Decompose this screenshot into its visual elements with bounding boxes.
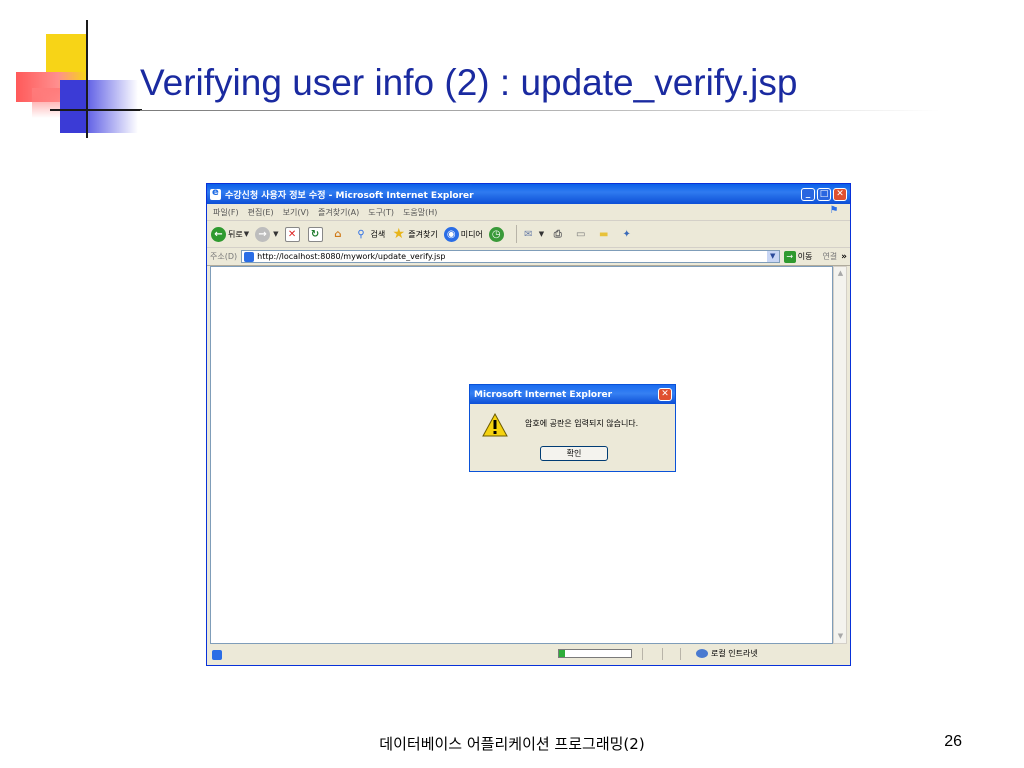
- menu-file[interactable]: 파일(F): [213, 207, 239, 218]
- print-icon: ⎙: [553, 228, 562, 240]
- vertical-scrollbar[interactable]: ▲ ▼: [833, 266, 847, 644]
- favorites-label: 즐겨찾기: [408, 229, 438, 239]
- ie-window: 수강신청 사용자 정보 수정 - Microsoft Internet Expl…: [206, 183, 851, 666]
- dialog-title: Microsoft Internet Explorer: [474, 389, 613, 400]
- go-button[interactable]: → 이동: [783, 250, 813, 263]
- refresh-button[interactable]: ↻: [307, 226, 325, 242]
- dialog-titlebar[interactable]: Microsoft Internet Explorer ✕: [470, 385, 675, 404]
- chevron-down-icon: ▼: [243, 230, 250, 238]
- menubar: 파일(F) 편집(E) 보기(V) 즐겨찾기(A) 도구(T) 도움말(H) ⚑: [207, 204, 850, 221]
- decor-horizontal-line: [50, 109, 142, 111]
- messenger-button[interactable]: ✦: [619, 227, 636, 242]
- edit-button[interactable]: ▭: [573, 227, 590, 242]
- status-divider: [680, 648, 681, 660]
- chevron-down-icon: ▼: [538, 230, 545, 238]
- back-icon: ←: [211, 226, 226, 242]
- page-status-icon: [212, 649, 222, 660]
- status-bar: 로컬 인트라넷: [210, 647, 846, 662]
- menu-favorites[interactable]: 즐겨찾기(A): [318, 207, 359, 218]
- links-more-icon[interactable]: »: [841, 252, 847, 262]
- mail-button[interactable]: ✉ ▼: [521, 227, 544, 242]
- security-zone: 로컬 인트라넷: [696, 648, 758, 659]
- dialog-message: 암호에 공란은 입력되지 않습니다.: [525, 419, 639, 428]
- messenger-icon: ✦: [622, 228, 631, 240]
- refresh-icon: ↻: [307, 226, 323, 242]
- search-icon: ⚲: [357, 228, 365, 240]
- back-button[interactable]: ← 뒤로 ▼: [211, 226, 250, 242]
- toolbar: ← 뒤로 ▼ → ▼ ✕ ↻ ⌂ ⚲ 검색 ★ 즐겨찾기 ◉ 미디어 ◷ ✉ ▼…: [207, 221, 850, 248]
- back-label: 뒤로: [228, 229, 243, 239]
- address-bar: 주소(D) http://localhost:8080/mywork/updat…: [207, 248, 850, 266]
- slide-title: Verifying user info (2) : update_verify.…: [140, 62, 798, 103]
- windows-logo-icon: ⚑: [829, 205, 839, 216]
- decor-vertical-line: [86, 20, 88, 138]
- title-underline: [140, 110, 940, 111]
- alert-dialog: Microsoft Internet Explorer ✕ 암호에 공란은 입력…: [469, 384, 676, 472]
- window-titlebar[interactable]: 수강신청 사용자 정보 수정 - Microsoft Internet Expl…: [207, 184, 850, 204]
- home-button[interactable]: ⌂: [331, 227, 348, 242]
- status-divider: [642, 648, 643, 660]
- ok-button[interactable]: 확인: [540, 446, 608, 461]
- progress-fill: [559, 650, 565, 657]
- address-input[interactable]: http://localhost:8080/mywork/update_veri…: [241, 250, 780, 263]
- toolbar-separator: [515, 225, 517, 243]
- window-title: 수강신청 사용자 정보 수정 - Microsoft Internet Expl…: [225, 190, 474, 201]
- forward-icon: →: [255, 226, 271, 242]
- chevron-down-icon: ▼: [273, 230, 279, 238]
- folder-button[interactable]: ▬: [596, 227, 613, 242]
- minimize-button[interactable]: _: [801, 187, 815, 201]
- forward-button[interactable]: → ▼: [255, 226, 279, 242]
- history-icon: ◷: [488, 226, 504, 242]
- home-icon: ⌂: [334, 228, 342, 240]
- mail-icon: ✉: [524, 228, 533, 240]
- slide-page-number: 26: [944, 733, 962, 750]
- address-dropdown-icon[interactable]: ▼: [766, 251, 779, 262]
- status-divider: [662, 648, 663, 660]
- favorites-icon: ★: [392, 225, 406, 242]
- scroll-down-icon[interactable]: ▼: [835, 631, 846, 642]
- media-button[interactable]: ◉ 미디어: [443, 226, 483, 242]
- stop-button[interactable]: ✕: [284, 226, 302, 242]
- page-icon: [244, 251, 255, 262]
- menu-tools[interactable]: 도구(T): [368, 207, 394, 218]
- go-label: 이동: [797, 252, 813, 261]
- history-button[interactable]: ◷: [488, 226, 506, 242]
- address-url[interactable]: http://localhost:8080/mywork/update_veri…: [257, 252, 767, 261]
- stop-icon: ✕: [284, 226, 300, 242]
- favorites-button[interactable]: ★ 즐겨찾기: [391, 225, 438, 242]
- status-progress-bar: [558, 649, 632, 658]
- intranet-icon: [696, 649, 708, 658]
- scroll-up-icon[interactable]: ▲: [835, 268, 846, 279]
- decor-blue-fade: [88, 80, 138, 133]
- zone-label: 로컬 인트라넷: [711, 649, 758, 658]
- slide-footer: 데이터베이스 어플리케이션 프로그래밍(2): [379, 735, 645, 753]
- media-label: 미디어: [460, 229, 483, 239]
- menu-edit[interactable]: 편집(E): [248, 207, 274, 218]
- search-button[interactable]: ⚲ 검색: [354, 227, 386, 242]
- search-label: 검색: [370, 229, 386, 239]
- dialog-close-button[interactable]: ✕: [658, 388, 672, 401]
- media-icon: ◉: [443, 226, 459, 242]
- edit-icon: ▭: [575, 228, 586, 240]
- folder-icon: ▬: [598, 228, 609, 240]
- print-button[interactable]: ⎙: [550, 227, 567, 242]
- ie-icon: [210, 187, 221, 200]
- close-button[interactable]: ✕: [833, 187, 847, 201]
- menu-help[interactable]: 도움말(H): [403, 207, 437, 218]
- links-label[interactable]: 연결: [822, 251, 837, 262]
- address-label: 주소(D): [210, 252, 238, 261]
- warning-icon: [482, 413, 508, 437]
- maximize-button[interactable]: □: [817, 187, 831, 201]
- menu-view[interactable]: 보기(V): [283, 207, 309, 218]
- go-arrow-icon: →: [783, 250, 796, 263]
